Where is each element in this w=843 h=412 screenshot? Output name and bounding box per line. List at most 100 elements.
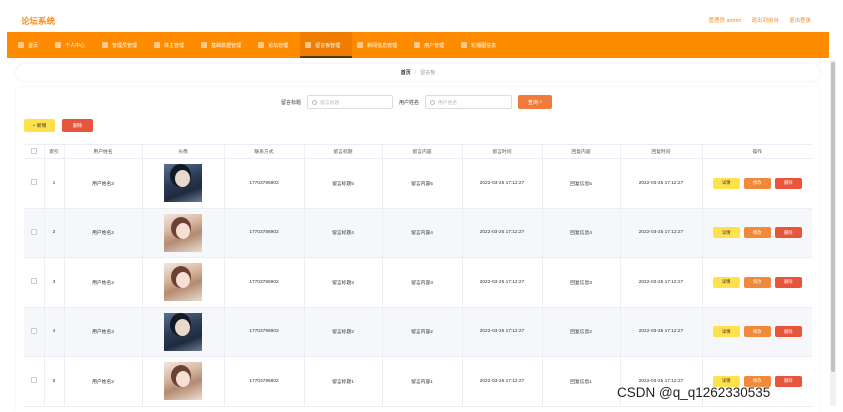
- cell-reply-time: 2022-03-25 17:12:27: [620, 208, 703, 258]
- nav-item-admins[interactable]: 管理员管理: [97, 32, 149, 58]
- admin-icon: [102, 42, 109, 48]
- add-button[interactable]: + 新增: [24, 119, 55, 132]
- row-delete-button[interactable]: 删除: [774, 326, 802, 338]
- breadcrumb-separator: /: [414, 69, 417, 76]
- detail-button[interactable]: 详情: [712, 326, 740, 338]
- search-button-label: 查询: [527, 99, 538, 106]
- row-delete-button[interactable]: 删除: [774, 177, 802, 189]
- cell-content: 留言内容1: [382, 356, 463, 407]
- cell-index: 4: [44, 307, 65, 357]
- nav-item-label: 管理员管理: [112, 42, 138, 49]
- table-row: 2 用户姓名2 17703786902 留言标题4 留言内容4 2022-03-…: [24, 208, 812, 258]
- cell-time: 2022-03-25 17:12:27: [462, 356, 543, 407]
- cell-user: 用户姓名2: [64, 208, 143, 258]
- breadcrumb: 首页 / 留言板: [16, 64, 820, 81]
- cell-title: 留言标题1: [304, 356, 383, 407]
- edit-button[interactable]: 修改: [743, 326, 771, 338]
- nav-item-base-data[interactable]: 基础数据管理: [196, 32, 253, 58]
- edit-button[interactable]: 修改: [743, 177, 771, 189]
- user-filter-label: 用户姓名: [399, 100, 420, 106]
- breadcrumb-home[interactable]: 首页: [401, 69, 411, 76]
- row-delete-button[interactable]: 删除: [774, 276, 802, 288]
- cell-reply: 回复信息5: [542, 158, 621, 209]
- row-checkbox[interactable]: [30, 278, 37, 285]
- row-select: [24, 158, 45, 209]
- title-filter-label: 留言标题: [281, 100, 302, 106]
- forum-icon: [258, 42, 265, 48]
- main-nav: 首页 个人中心 管理员管理 体主管理 基础数据管理 论坛管理 留言板管理 新闻信…: [7, 32, 829, 58]
- news-icon: [357, 42, 364, 48]
- detail-button[interactable]: 详情: [712, 177, 740, 189]
- detail-button[interactable]: 详情: [712, 227, 740, 239]
- admin-user-link[interactable]: 管理员 admin: [708, 16, 741, 24]
- cell-content: 留言内容5: [382, 158, 463, 209]
- user-search-input[interactable]: 用户姓名: [425, 95, 512, 109]
- select-all-checkbox[interactable]: [30, 147, 37, 154]
- nav-item-message-board[interactable]: 留言板管理: [300, 32, 353, 58]
- cell-actions: 详情 修改 删除: [702, 158, 812, 209]
- cell-actions: 详情 修改 删除: [702, 257, 812, 308]
- search-button[interactable]: 查询 ⌕: [518, 95, 552, 109]
- row-delete-button[interactable]: 删除: [774, 375, 802, 387]
- logout-link[interactable]: 退出登录: [789, 16, 811, 24]
- cell-content: 留言内容2: [382, 307, 463, 357]
- watermark: CSDN @q_q1262330535: [617, 385, 771, 400]
- nav-item-carousel[interactable]: 轮播图信息: [456, 32, 508, 58]
- row-checkbox[interactable]: [30, 228, 37, 235]
- col-actions: 操作: [702, 144, 812, 159]
- cell-user: 用户姓名2: [64, 257, 143, 308]
- table-row: 1 用户姓名3 17703786903 留言标题5 留言内容5 2022-03-…: [24, 158, 812, 209]
- nav-item-label: 个人中心: [65, 42, 86, 49]
- nav-item-profile[interactable]: 个人中心: [50, 32, 97, 58]
- nav-item-users[interactable]: 用户管理: [409, 32, 456, 58]
- search-bar: 留言标题 留言标题 用户姓名 用户姓名 查询 ⌕: [16, 95, 820, 109]
- cell-reply-time: 2022-03-25 17:12:27: [620, 307, 703, 357]
- message-icon: [305, 42, 312, 48]
- row-delete-button[interactable]: 删除: [774, 227, 802, 239]
- nav-item-label: 体主管理: [164, 42, 185, 49]
- home-icon: [18, 42, 24, 48]
- row-select: [24, 307, 45, 357]
- row-checkbox[interactable]: [30, 377, 37, 384]
- row-checkbox[interactable]: [30, 179, 37, 186]
- cell-title: 留言标题4: [304, 208, 383, 258]
- nav-item-owners[interactable]: 体主管理: [149, 32, 196, 58]
- row-select: [24, 208, 45, 258]
- cell-phone: 17703786903: [224, 158, 305, 209]
- user-icon: [55, 42, 62, 48]
- cell-time: 2022-03-25 17:12:27: [462, 307, 543, 357]
- cell-reply: 回复信息1: [542, 356, 621, 407]
- avatar: [164, 362, 202, 401]
- action-toolbar: + 新增 删除: [24, 119, 93, 132]
- vertical-scrollbar[interactable]: [830, 60, 836, 406]
- top-header: 论坛系统 管理员 admin 退出到前台 退出登录: [7, 8, 829, 32]
- edit-button[interactable]: 修改: [743, 227, 771, 239]
- delete-button[interactable]: 删除: [62, 119, 93, 132]
- cell-content: 留言内容3: [382, 257, 463, 308]
- avatar: [164, 312, 202, 351]
- row-checkbox[interactable]: [30, 327, 37, 334]
- search-icon: [312, 99, 317, 105]
- col-title: 留言标题: [304, 144, 383, 159]
- exit-to-frontend-link[interactable]: 退出到前台: [751, 16, 779, 24]
- title-search-input[interactable]: 留言标题: [307, 95, 393, 109]
- cell-time: 2022-03-25 17:12:27: [462, 208, 543, 258]
- nav-item-forum[interactable]: 论坛管理: [253, 32, 300, 58]
- nav-item-home[interactable]: 首页: [13, 32, 50, 58]
- scrollbar-thumb[interactable]: [831, 62, 835, 372]
- nav-item-label: 用户管理: [424, 42, 445, 49]
- cell-user: 用户姓名3: [64, 158, 143, 209]
- cell-phone: 17703786902: [224, 208, 305, 258]
- avatar: [164, 164, 202, 203]
- edit-button[interactable]: 修改: [743, 276, 771, 288]
- cell-reply-time: 2022-03-25 17:12:27: [620, 158, 703, 209]
- detail-button[interactable]: 详情: [712, 276, 740, 288]
- nav-item-label: 留言板管理: [315, 42, 341, 49]
- nav-item-news[interactable]: 新闻信息管理: [352, 32, 409, 58]
- people-icon: [154, 42, 161, 48]
- cell-reply: 回复信息3: [542, 257, 621, 308]
- col-phone: 联系方式: [224, 144, 305, 159]
- table-header-row: 索引 用户姓名 头像 联系方式 留言标题 留言内容 留言时间 回复内容 回复时间…: [24, 144, 812, 159]
- message-table: 索引 用户姓名 头像 联系方式 留言标题 留言内容 留言时间 回复内容 回复时间…: [24, 144, 812, 407]
- search-icon: [430, 99, 435, 105]
